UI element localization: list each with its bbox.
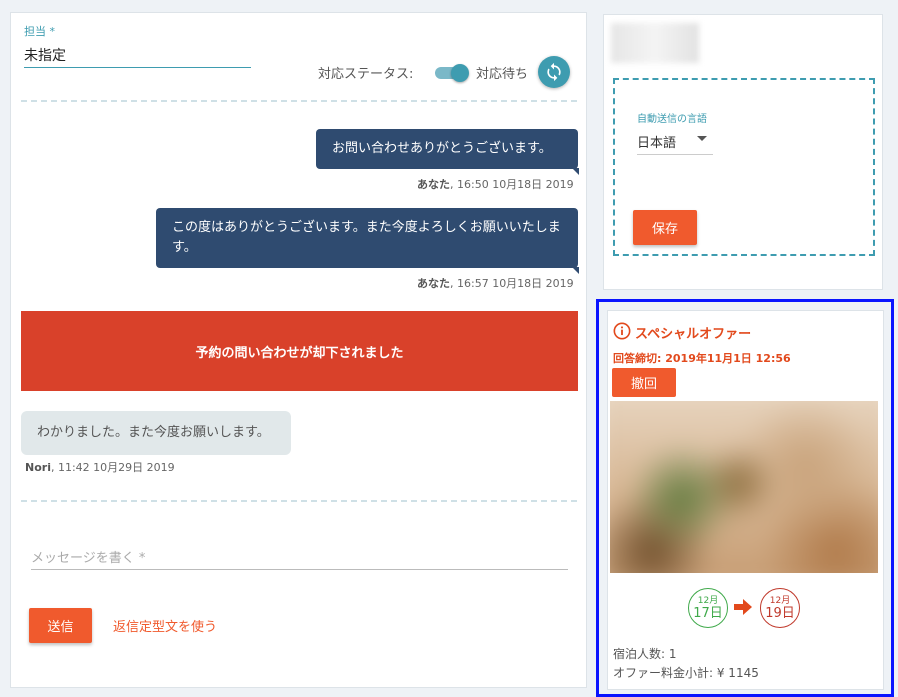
message-sender: あなた xyxy=(417,277,450,290)
conversation-panel: 担当 * 未指定 対応ステータス: 対応待ち お問い合わせありがとうございます。… xyxy=(10,12,587,688)
message-sender: Nori xyxy=(25,461,51,474)
message-bubble-outgoing: お問い合わせありがとうございます。 xyxy=(316,129,579,175)
send-button[interactable]: 送信 xyxy=(29,608,92,643)
assignee-field[interactable]: 未指定 xyxy=(24,45,66,65)
message-sender: あなた xyxy=(417,178,450,191)
message-meta: あなた, 16:57 10月18日 2019 xyxy=(417,275,574,291)
toggle-knob xyxy=(451,64,469,82)
special-offer-card: スペシャルオファー 回答締切: 2019年11月1日 12:56 撤回 12月 … xyxy=(607,310,884,690)
assignee-label: 担当 * xyxy=(24,25,55,38)
message-bubble-outgoing: この度はありがとうございます。また今度よろしくお願いいたします。 xyxy=(156,208,579,274)
divider xyxy=(21,100,577,102)
offer-deadline: 回答締切: 2019年11月1日 12:56 xyxy=(613,352,791,365)
offer-title: スペシャルオファー xyxy=(635,327,752,342)
language-select-underline xyxy=(637,154,713,155)
refresh-button[interactable] xyxy=(538,56,570,88)
checkin-date: 12月 17日 xyxy=(688,588,728,628)
assignee-underline xyxy=(24,67,251,68)
arrow-right-icon xyxy=(734,599,752,615)
template-link[interactable]: 返信定型文を使う xyxy=(113,616,217,635)
message-text: この度はありがとうございます。また今度よろしくお願いいたします。 xyxy=(172,220,561,255)
message-bubble-incoming: わかりました。また今度お願いします。 xyxy=(21,411,291,455)
message-time: , 11:42 10月29日 2019 xyxy=(50,461,175,474)
checkin-day: 17日 xyxy=(693,606,723,621)
offer-highlight: スペシャルオファー 回答締切: 2019年11月1日 12:56 撤回 12月 … xyxy=(596,299,894,697)
language-select[interactable]: 日本語 xyxy=(637,132,676,151)
language-settings-box: 自動送信の言語 日本語 保存 xyxy=(613,78,875,256)
offer-photo-image xyxy=(610,401,878,573)
status-toggle[interactable] xyxy=(433,64,469,82)
caret-down-icon[interactable] xyxy=(697,136,707,141)
decline-banner: 予約の問い合わせが却下されました xyxy=(21,311,578,391)
refresh-icon xyxy=(547,62,561,82)
message-input-underline xyxy=(31,569,568,570)
status-value: 対応待ち xyxy=(476,67,529,82)
language-label: 自動送信の言語 xyxy=(637,114,707,125)
checkout-date: 12月 19日 xyxy=(760,588,800,628)
message-meta: Nori, 11:42 10月29日 2019 xyxy=(25,459,175,475)
divider xyxy=(21,500,577,502)
message-text: お問い合わせありがとうございます。 xyxy=(332,141,552,156)
save-button[interactable]: 保存 xyxy=(633,210,697,245)
blurred-avatar xyxy=(611,23,699,63)
offer-subtotal: オファー料金小計: ¥ 1145 xyxy=(613,666,759,680)
auto-reply-panel: 自動送信の言語 日本語 保存 xyxy=(603,14,883,290)
message-time: , 16:50 10月18日 2019 xyxy=(450,178,574,191)
message-time: , 16:57 10月18日 2019 xyxy=(450,277,574,290)
checkout-day: 19日 xyxy=(765,606,795,621)
message-text: わかりました。また今度お願いします。 xyxy=(37,425,270,440)
guest-count: 宿泊人数: 1 xyxy=(613,647,677,661)
info-icon xyxy=(613,322,631,340)
status-label: 対応ステータス: xyxy=(318,67,414,82)
offer-photo xyxy=(610,401,878,573)
withdraw-button[interactable]: 撤回 xyxy=(612,368,676,397)
message-input[interactable]: メッセージを書く * xyxy=(31,547,145,566)
message-meta: あなた, 16:50 10月18日 2019 xyxy=(417,176,574,192)
